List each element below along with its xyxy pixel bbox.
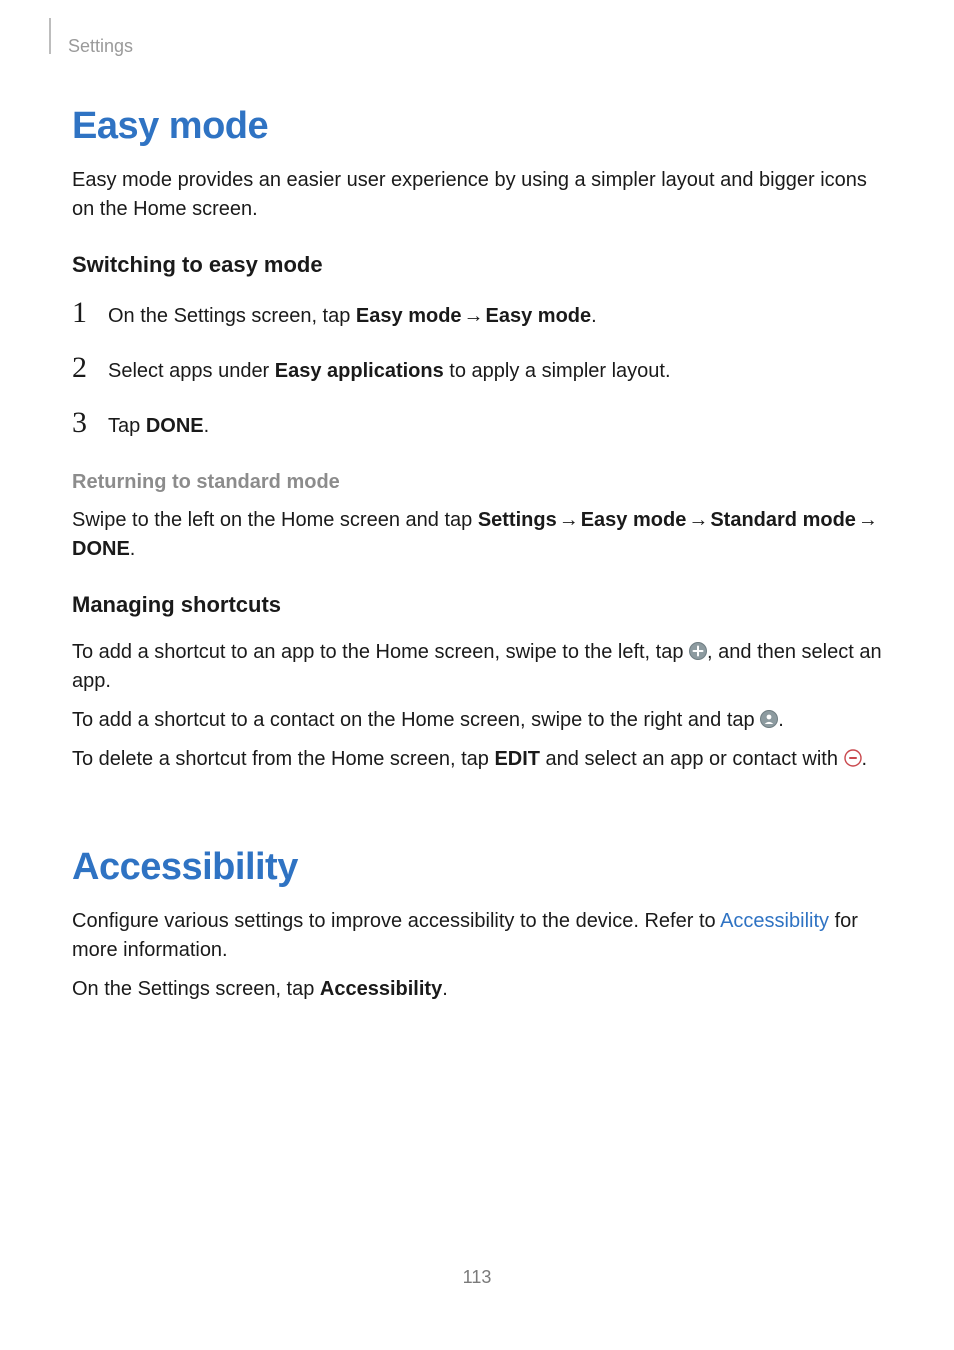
heading-accessibility: Accessibility <box>72 846 882 889</box>
bold-text: EDIT <box>494 748 540 770</box>
text: . <box>204 415 210 437</box>
step-text: Select apps under Easy applications to a… <box>108 357 671 386</box>
bold-text: DONE <box>146 415 204 437</box>
bold-text: Easy mode <box>356 305 462 327</box>
bold-text: Standard mode <box>710 509 856 531</box>
step-text: Tap DONE. <box>108 412 209 441</box>
step-number: 2 <box>72 353 92 383</box>
heading-switching: Switching to easy mode <box>72 252 882 278</box>
arrow-icon: → <box>559 506 579 535</box>
text: To add a shortcut to a contact on the Ho… <box>72 709 760 731</box>
text: On the Settings screen, tap <box>108 305 356 327</box>
remove-icon <box>844 749 862 767</box>
header-rule <box>49 18 51 54</box>
text: Tap <box>108 415 146 437</box>
accessibility-p2: On the Settings screen, tap Accessibilit… <box>72 975 882 1004</box>
text: Swipe to the left on the Home screen and… <box>72 509 478 531</box>
step-3: 3 Tap DONE. <box>72 408 882 441</box>
steps-list: 1 On the Settings screen, tap Easy mode … <box>72 298 882 441</box>
text: To delete a shortcut from the Home scree… <box>72 748 494 770</box>
text: and select an app or contact with <box>540 748 844 770</box>
text: Configure various settings to improve ac… <box>72 910 720 932</box>
add-app-icon <box>689 642 707 660</box>
add-contact-icon <box>760 710 778 728</box>
text: . <box>862 748 868 770</box>
breadcrumb: Settings <box>68 36 133 57</box>
text: . <box>778 709 784 731</box>
text: Select apps under <box>108 360 275 382</box>
text: to apply a simpler layout. <box>444 360 671 382</box>
arrow-icon: → <box>858 506 878 535</box>
bold-text: Easy mode <box>486 305 592 327</box>
page: Settings Easy mode Easy mode provides an… <box>0 0 954 1350</box>
step-text: On the Settings screen, tap Easy mode → … <box>108 302 597 331</box>
step-number: 1 <box>72 298 92 328</box>
step-1: 1 On the Settings screen, tap Easy mode … <box>72 298 882 331</box>
managing-line-3: To delete a shortcut from the Home scree… <box>72 745 882 774</box>
returning-text: Swipe to the left on the Home screen and… <box>72 506 882 564</box>
managing-line-2: To add a shortcut to a contact on the Ho… <box>72 706 882 735</box>
step-number: 3 <box>72 408 92 438</box>
managing-line-1: To add a shortcut to an app to the Home … <box>72 638 882 696</box>
bold-text: Easy applications <box>275 360 444 382</box>
bold-text: Easy mode <box>581 509 687 531</box>
text: . <box>442 978 448 1000</box>
text: To add a shortcut to an app to the Home … <box>72 641 689 663</box>
heading-returning: Returning to standard mode <box>72 471 882 494</box>
accessibility-link[interactable]: Accessibility <box>720 910 829 932</box>
arrow-icon: → <box>688 506 708 535</box>
content: Easy mode Easy mode provides an easier u… <box>72 30 882 1004</box>
accessibility-p1: Configure various settings to improve ac… <box>72 907 882 965</box>
text: . <box>130 538 136 560</box>
step-2: 2 Select apps under Easy applications to… <box>72 353 882 386</box>
bold-text: Settings <box>478 509 557 531</box>
heading-managing: Managing shortcuts <box>72 592 882 618</box>
arrow-icon: → <box>464 302 484 331</box>
text: . <box>591 305 597 327</box>
heading-easy-mode: Easy mode <box>72 105 882 148</box>
bold-text: Accessibility <box>320 978 442 1000</box>
bold-text: DONE <box>72 538 130 560</box>
text: On the Settings screen, tap <box>72 978 320 1000</box>
page-number: 113 <box>0 1267 954 1288</box>
easy-mode-intro: Easy mode provides an easier user experi… <box>72 166 882 224</box>
